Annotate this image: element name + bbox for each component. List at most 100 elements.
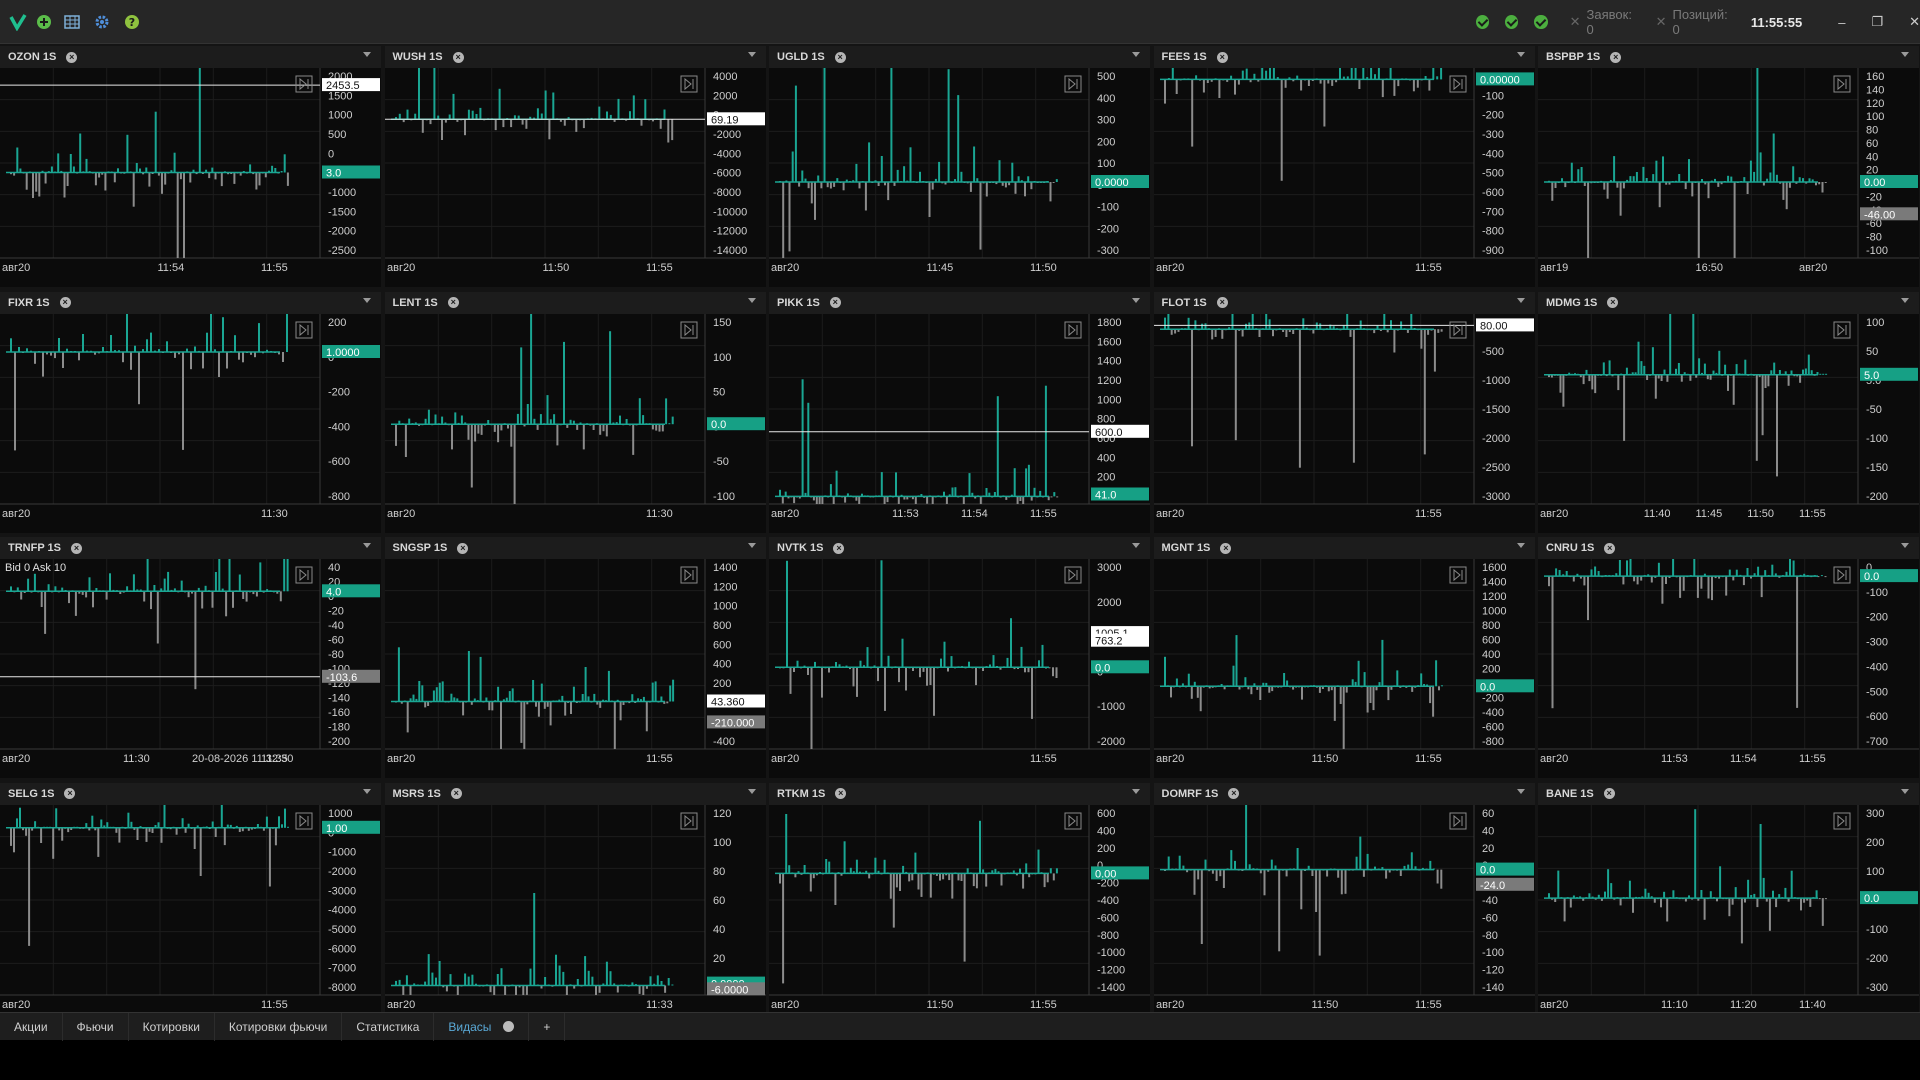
panel-title[interactable]: SNGSP 1S: [393, 542, 448, 554]
chart-panel[interactable]: FIXR 1S×2000-200-400-600-800авг2011:301.…: [0, 291, 381, 533]
panel-close-icon[interactable]: ×: [64, 788, 76, 799]
plus-circle-icon[interactable]: [34, 12, 54, 32]
chevron-down-icon[interactable]: [1132, 297, 1140, 303]
chevron-down-icon[interactable]: [363, 788, 371, 794]
panel-close-icon[interactable]: ×: [1604, 542, 1616, 554]
panel-close-icon[interactable]: ×: [1607, 297, 1619, 308]
panel-close-icon[interactable]: ×: [447, 297, 459, 308]
panel-chart[interactable]: 160140120100806040200-20-40-60-80-100авг…: [1538, 68, 1919, 287]
tab-statistics[interactable]: Статистика: [342, 1012, 435, 1041]
chart-panel[interactable]: MSRS 1S×120100806040200авг2011:330.0000-…: [384, 782, 766, 1024]
positions-count[interactable]: Позиций: 0: [1673, 7, 1735, 37]
panel-chart[interactable]: 100 50 5.0 -50 -100 -150 -200 авг20 11:40 11:45 11…: [1538, 313, 1919, 533]
panel-close-icon[interactable]: ×: [70, 542, 82, 554]
panel-title[interactable]: SELG 1S: [8, 788, 54, 800]
chart-panel[interactable]: DOMRF 1S×6040200-20-40-60-80-100-120-140…: [1153, 782, 1535, 1024]
chevron-down-icon[interactable]: [1901, 52, 1909, 57]
chart-panel[interactable]: LENT 1S × 150100500-50-100авг2011:300.0: [384, 291, 766, 533]
panel-title[interactable]: MDMG 1S: [1546, 297, 1597, 309]
tab-vidasy[interactable]: Видасы: [434, 1012, 530, 1041]
gear-icon[interactable]: [92, 12, 112, 32]
panel-close-icon[interactable]: ×: [66, 51, 78, 63]
scroll-to-end-icon[interactable]: [1064, 321, 1082, 338]
panel-title[interactable]: FEES 1S: [1162, 51, 1207, 63]
chevron-down-icon[interactable]: [1132, 52, 1140, 57]
panel-title[interactable]: LENT 1S: [393, 297, 438, 309]
panel-chart[interactable]: 400020000-2000-4000-6000-8000-10000-1200…: [384, 68, 766, 287]
chevron-down-icon[interactable]: [363, 52, 371, 57]
panel-chart[interactable]: 0-100-200-300-400-500-600-700-800-900авг…: [1153, 68, 1535, 287]
chart-panel[interactable]: OZON 1S × 2000150010005000-500-1000-1500-2…: [0, 46, 381, 287]
minimize-icon[interactable]: –: [1838, 15, 1845, 30]
panel-close-icon[interactable]: ×: [450, 788, 462, 799]
chart-panel[interactable]: UGLD 1S×5004003002001000-100-200-300авг2…: [769, 46, 1150, 287]
panel-chart[interactable]: 16001400120010008006004002000-200-400-60…: [1153, 559, 1535, 778]
chart-panel[interactable]: SELG 1S × 10000-1000-2000-3000-4000-5000-6…: [0, 782, 381, 1024]
panel-title[interactable]: MGNT 1S: [1162, 542, 1211, 554]
panel-title[interactable]: RTKM 1S: [777, 788, 825, 800]
panel-chart[interactable]: 10000-1000-2000-3000-4000-5000-6000-7000…: [0, 804, 381, 1024]
panel-chart[interactable]: 180016001400120010008006004002000авг2011…: [769, 313, 1150, 533]
panel-chart[interactable]: 2000150010005000-500-1000-1500-2000-2500…: [0, 68, 381, 287]
panel-chart[interactable]: 40200-20-40-60-80-100-120-140-160-180-20…: [0, 559, 381, 778]
panel-close-icon[interactable]: ×: [835, 788, 847, 799]
chevron-down-icon[interactable]: [363, 297, 371, 303]
panel-title[interactable]: BANE 1S: [1546, 788, 1594, 800]
close-positions-icon[interactable]: ✕: [1656, 14, 1667, 30]
panel-title[interactable]: TRNFP 1S: [8, 542, 61, 554]
orders-count[interactable]: Заявок: 0: [1587, 7, 1640, 37]
restore-icon[interactable]: ❐: [1871, 14, 1883, 30]
chart-panel[interactable]: NVTK 1S × 3000200010000-1000-2000авг2011:5…: [769, 537, 1150, 778]
scroll-to-end-icon[interactable]: [1449, 812, 1466, 829]
panel-title[interactable]: PIKK 1S: [777, 297, 820, 309]
panel-chart[interactable]: 1400120010008006004002000-200-400авг2011…: [384, 559, 766, 778]
chevron-down-icon[interactable]: [1901, 788, 1909, 794]
close-orders-icon[interactable]: ✕: [1570, 14, 1581, 30]
chevron-down-icon[interactable]: [747, 52, 756, 57]
chart-panel[interactable]: CNRU 1S × 0 -100 -200 -300 -400 -500 -600 -700 авг…: [1538, 537, 1919, 778]
panel-title[interactable]: NVTK 1S: [777, 542, 823, 554]
chart-panel[interactable]: MGNT 1S × 16001400120010008006004002000-20…: [1153, 537, 1535, 778]
scroll-to-end-icon[interactable]: [1833, 812, 1851, 829]
panel-chart[interactable]: 150100500-50-100авг2011:300.0: [384, 313, 766, 533]
chevron-down-icon[interactable]: [363, 543, 371, 548]
panel-chart[interactable]: 120100806040200авг2011:330.0000-6.0000: [384, 804, 766, 1024]
tab-futures-quotes[interactable]: Котировки фьючи: [215, 1012, 343, 1041]
chevron-down-icon[interactable]: [1516, 788, 1525, 794]
scroll-to-end-icon[interactable]: [1449, 566, 1466, 584]
scroll-to-end-icon[interactable]: [1449, 75, 1466, 93]
panel-close-icon[interactable]: ×: [457, 542, 469, 554]
scroll-to-end-icon[interactable]: [295, 566, 313, 584]
scroll-to-end-icon[interactable]: [1833, 75, 1851, 93]
panel-close-icon[interactable]: ×: [59, 297, 71, 308]
chevron-down-icon[interactable]: [1132, 788, 1140, 794]
chart-panel[interactable]: SNGSP 1S × 1400120010008006004002000-200-4…: [384, 537, 766, 778]
panel-close-icon[interactable]: ×: [1220, 542, 1232, 554]
chevron-down-icon[interactable]: [1901, 297, 1909, 303]
panel-chart[interactable]: 6040200-20-40-60-80-100-120-140авг2011:5…: [1153, 804, 1535, 1024]
chart-panel[interactable]: MDMG 1S × 100 50 5.0 -50 -100 -150 -200 авг20 11:4…: [1538, 291, 1919, 533]
panel-close-icon[interactable]: ×: [1216, 51, 1228, 63]
tab-close-icon[interactable]: [503, 1021, 515, 1032]
chart-panel[interactable]: FLOT 1S×0-500-1000-1500-2000-2500-3000ав…: [1153, 291, 1535, 533]
chart-panel[interactable]: PIKK 1S × 1800 1600 1400 1200 1000 800 600 400 200…: [769, 291, 1150, 533]
table-icon[interactable]: [62, 12, 82, 32]
panel-close-icon[interactable]: ×: [1610, 51, 1622, 63]
panel-close-icon[interactable]: ×: [829, 297, 841, 308]
chevron-down-icon[interactable]: [1516, 52, 1525, 57]
panel-chart[interactable]: 6004002000-200-400-600-800-1000-1200-140…: [769, 804, 1150, 1024]
panel-title[interactable]: OZON 1S: [8, 51, 56, 63]
scroll-to-end-icon[interactable]: [295, 321, 313, 338]
help-icon[interactable]: ?: [122, 12, 142, 32]
panel-chart[interactable]: 3000200010000-1000-2000авг2011:551005.17…: [769, 559, 1150, 778]
chevron-down-icon[interactable]: [1901, 543, 1909, 548]
tab-stocks[interactable]: Акции: [0, 1012, 63, 1041]
scroll-to-end-icon[interactable]: [1449, 321, 1466, 338]
chart-panel[interactable]: FEES 1S × 0-100-200-300-400-500-600-700-80…: [1153, 46, 1535, 287]
scroll-to-end-icon[interactable]: [295, 75, 313, 93]
panel-close-icon[interactable]: ×: [833, 542, 845, 554]
tab-quotes[interactable]: Котировки: [129, 1012, 215, 1041]
tab-futures[interactable]: Фьючи: [63, 1012, 129, 1041]
panel-close-icon[interactable]: ×: [1216, 297, 1228, 308]
panel-chart[interactable]: 2000-200-400-600-800авг2011:301.0000: [0, 313, 381, 533]
